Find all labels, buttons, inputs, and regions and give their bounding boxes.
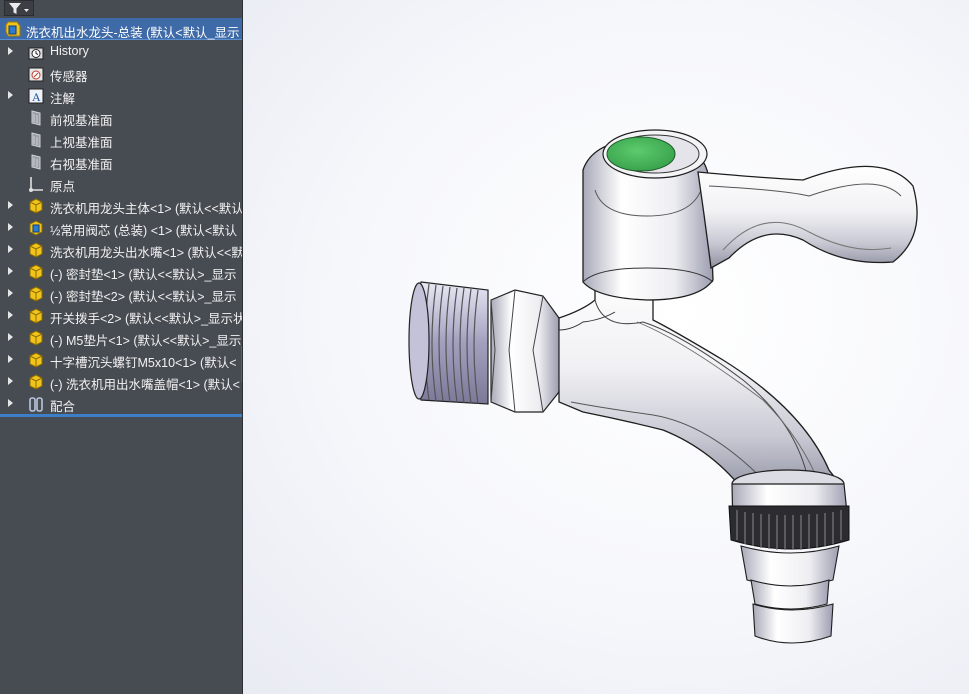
- svg-text:A: A: [32, 90, 41, 104]
- part-icon: [29, 242, 43, 258]
- expand-arrow-icon[interactable]: [8, 245, 13, 253]
- tree-root-label: 洗衣机出水龙头-总装 (默认<默认_显示: [26, 26, 240, 40]
- tree-item[interactable]: (-) 密封垫<2> (默认<<默认>_显示: [0, 282, 242, 304]
- tree-item-label: 上视基准面: [50, 136, 113, 150]
- tree-item[interactable]: (-) M5垫片<1> (默认<<默认>_显示: [0, 326, 242, 348]
- hex-nut: [490, 289, 560, 413]
- tree-item-label: 前视基准面: [50, 114, 113, 128]
- part-icon: [29, 264, 43, 280]
- tree-item[interactable]: 前视基准面: [0, 106, 242, 128]
- graphics-area[interactable]: [243, 0, 969, 694]
- tree-item[interactable]: (-) 洗衣机用出水嘴盖帽<1> (默认<: [0, 370, 242, 392]
- tree-item-label: 右视基准面: [50, 158, 113, 172]
- tree-item-label: 配合: [50, 400, 76, 414]
- tree-item-label: 开关拨手<2> (默认<<默认>_显示状: [50, 312, 243, 326]
- tree-item-label: (-) M5垫片<1> (默认<<默认>_显示: [50, 334, 242, 348]
- green-cap-icon: [606, 136, 676, 172]
- tree-item[interactable]: History: [0, 40, 242, 62]
- part-icon: [29, 352, 43, 368]
- tree-item[interactable]: 上视基准面: [0, 128, 242, 150]
- expand-arrow-icon[interactable]: [8, 289, 13, 297]
- tree-item-label: (-) 密封垫<2> (默认<<默认>_显示: [50, 290, 237, 304]
- expand-arrow-icon[interactable]: [8, 333, 13, 341]
- filter-icon: [9, 3, 29, 14]
- part-icon: [29, 330, 43, 346]
- tree-item[interactable]: 原点: [0, 172, 242, 194]
- tree-item-label: 十字槽沉头螺钉M5x10<1> (默认<: [50, 356, 237, 370]
- expand-arrow-icon[interactable]: [8, 267, 13, 275]
- origin-icon: [29, 177, 43, 192]
- tree-item[interactable]: (-) 密封垫<1> (默认<<默认>_显示: [0, 260, 242, 282]
- tree-item-label: (-) 密封垫<1> (默认<<默认>_显示: [50, 268, 237, 282]
- part-icon: [29, 286, 43, 302]
- tree-item-label: (-) 洗衣机用出水嘴盖帽<1> (默认<: [50, 378, 240, 392]
- expand-arrow-icon[interactable]: [8, 311, 13, 319]
- tree-item-label: History: [50, 44, 89, 58]
- mates-icon: [29, 397, 43, 412]
- valve-housing: [582, 129, 714, 301]
- tree-item[interactable]: 洗衣机用龙头主体<1> (默认<<默认: [0, 194, 242, 216]
- tree-item[interactable]: 开关拨手<2> (默认<<默认>_显示状: [0, 304, 242, 326]
- expand-arrow-icon[interactable]: [8, 399, 13, 407]
- tree-item[interactable]: 右视基准面: [0, 150, 242, 172]
- part-icon: [29, 308, 43, 324]
- plane-icon: [31, 110, 41, 126]
- tree-item-label: ½常用阀芯 (总装) <1> (默认<默认: [50, 224, 238, 238]
- expand-arrow-icon[interactable]: [8, 201, 13, 209]
- threaded-inlet: [408, 281, 489, 405]
- feature-manager-tree: 洗衣机出水龙头-总装 (默认<默认_显示 History 传感器 A 注解前视基准面上…: [0, 0, 243, 694]
- tree-item-label: 传感器: [50, 70, 88, 84]
- assembly-icon: [5, 21, 21, 37]
- tree-item[interactable]: A 注解: [0, 84, 242, 106]
- plane-icon: [31, 154, 41, 170]
- part-icon: [29, 374, 43, 390]
- sensor-icon: [28, 67, 44, 82]
- tree-item-label: 洗衣机用龙头主体<1> (默认<<默认: [50, 202, 243, 216]
- plane-icon: [31, 132, 41, 148]
- part-icon: [29, 198, 43, 214]
- tree-item-label: 洗衣机用龙头出水嘴<1> (默认<<默: [50, 246, 243, 260]
- expand-arrow-icon[interactable]: [8, 47, 13, 55]
- filter-bar: [0, 0, 242, 18]
- lever-handle: [697, 165, 918, 270]
- tree-item-label: 原点: [50, 180, 76, 194]
- expand-arrow-icon[interactable]: [8, 377, 13, 385]
- tree-item[interactable]: 洗衣机用龙头出水嘴<1> (默认<<默: [0, 238, 242, 260]
- subassembly-icon: [29, 220, 43, 236]
- outlet-nozzle: [728, 469, 850, 644]
- tree-item[interactable]: ½常用阀芯 (总装) <1> (默认<默认: [0, 216, 242, 238]
- tree-item-label: 注解: [50, 92, 76, 106]
- faucet-3d-model: [408, 129, 918, 644]
- faucet-body: [558, 261, 845, 496]
- expand-arrow-icon[interactable]: [8, 355, 13, 363]
- filter-button[interactable]: [4, 0, 34, 16]
- tree-end-divider: [0, 414, 242, 417]
- history-folder-icon: [28, 47, 44, 60]
- tree-root-assembly[interactable]: 洗衣机出水龙头-总装 (默认<默认_显示: [0, 18, 242, 40]
- tree-item[interactable]: 十字槽沉头螺钉M5x10<1> (默认<: [0, 348, 242, 370]
- expand-arrow-icon[interactable]: [8, 91, 13, 99]
- tree-item[interactable]: 传感器: [0, 62, 242, 84]
- expand-arrow-icon[interactable]: [8, 223, 13, 231]
- tree-item[interactable]: 配合: [0, 392, 242, 414]
- annotation-icon: A: [28, 88, 44, 104]
